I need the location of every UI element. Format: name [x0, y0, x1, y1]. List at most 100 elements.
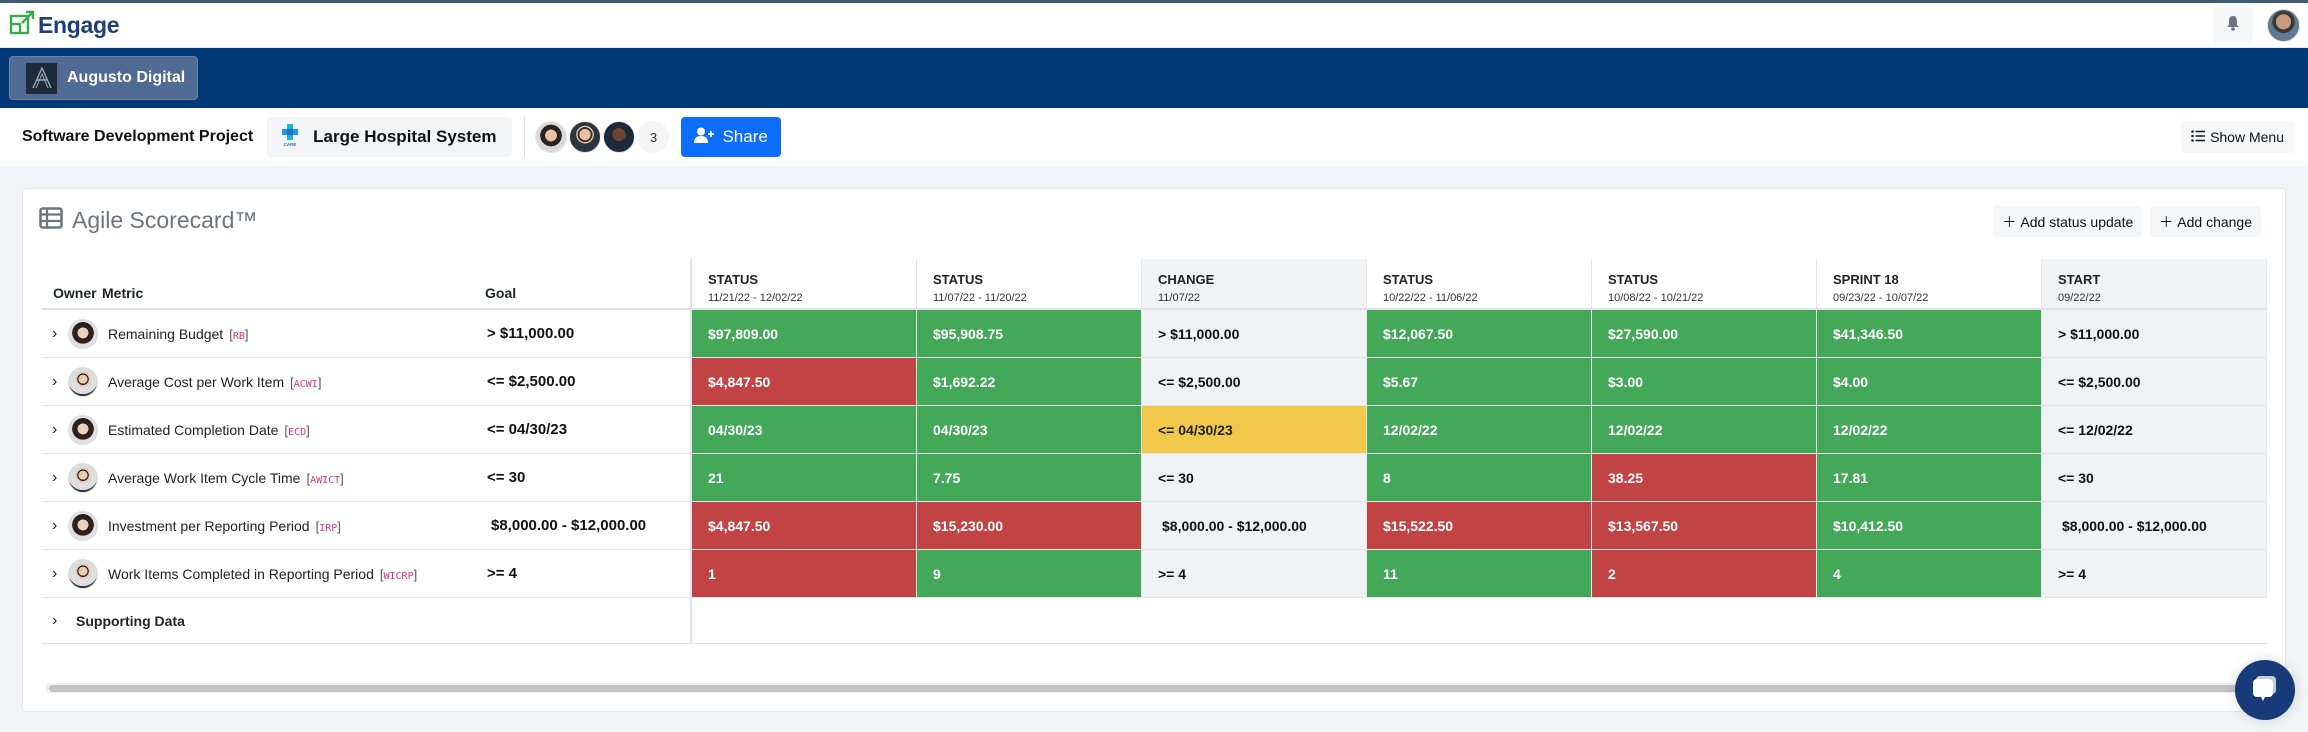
metric-name[interactable]: Average Work Item Cycle Time [108, 470, 300, 486]
score-cell-yellow[interactable]: <= 04/30/23 [1142, 406, 1367, 453]
score-cell-green[interactable]: $27,590.00 [1592, 310, 1817, 357]
cell-value: > $11,000.00 [1158, 325, 1240, 342]
column-title: STATUS [1608, 272, 1659, 287]
client-chip[interactable]: CARE Large Hospital System [267, 117, 513, 157]
score-cell-neutral[interactable]: >= 4 [2042, 550, 2267, 597]
column-header-7[interactable]: START 09/22/22 [2042, 259, 2267, 308]
score-cell-green[interactable]: 04/30/23 [692, 406, 917, 453]
score-cell-red[interactable]: 1 [692, 550, 917, 597]
owner-avatar[interactable] [68, 366, 98, 397]
score-cell-green[interactable]: 7.75 [917, 454, 1142, 501]
score-cell-red[interactable]: 2 [1592, 550, 1817, 597]
score-cell-green[interactable]: $3.00 [1592, 358, 1817, 405]
owner-column-header: Owner [53, 285, 97, 301]
score-cell-neutral[interactable]: $8,000.00 - $12,000.00 [2042, 502, 2267, 549]
score-cell-neutral[interactable]: <= $2,500.00 [2042, 358, 2267, 405]
score-cell-green[interactable]: 12/02/22 [1592, 406, 1817, 453]
expand-chevron-icon[interactable]: › [42, 469, 66, 487]
plus-icon: ＋ [2159, 213, 2174, 230]
score-cell-green[interactable]: 04/30/23 [917, 406, 1142, 453]
column-header-1[interactable]: STATUS 11/21/22 - 12/02/22 [692, 259, 917, 308]
notifications-button[interactable] [2213, 7, 2253, 43]
owner-avatar[interactable] [68, 558, 98, 589]
owner-avatar[interactable] [68, 510, 98, 541]
scrollbar-thumb[interactable] [49, 685, 2246, 692]
score-cell-green[interactable]: $5.67 [1367, 358, 1592, 405]
score-cell-green[interactable]: 21 [692, 454, 917, 501]
score-cell-green[interactable]: 9 [917, 550, 1142, 597]
metric-name[interactable]: Average Cost per Work Item [108, 374, 284, 390]
score-cell-neutral[interactable]: <= 30 [2042, 454, 2267, 501]
cell-value: $8,000.00 - $12,000.00 [1162, 517, 1307, 534]
organization-switcher[interactable]: Augusto Digital [9, 56, 199, 100]
column-header-4[interactable]: STATUS 10/22/22 - 11/06/22 [1367, 259, 1592, 308]
column-header-5[interactable]: STATUS 10/08/22 - 10/21/22 [1592, 259, 1817, 308]
chevron-right-icon[interactable]: › [42, 612, 66, 630]
add-status-update-button[interactable]: ＋ Add status update [1993, 206, 2143, 237]
metric-name[interactable]: Investment per Reporting Period [108, 518, 310, 534]
score-cell-neutral[interactable]: <= 12/02/22 [2042, 406, 2267, 453]
column-header-3[interactable]: CHANGE 11/07/22 [1142, 259, 1367, 308]
chat-support-button[interactable] [2235, 660, 2295, 720]
score-cell-neutral[interactable]: <= $2,500.00 [1142, 358, 1367, 405]
owner-avatar[interactable] [68, 318, 98, 349]
expand-chevron-icon[interactable]: › [42, 373, 66, 391]
score-cell-green[interactable]: 8 [1367, 454, 1592, 501]
cell-value: $97,809.00 [708, 325, 779, 342]
expand-chevron-icon[interactable]: › [42, 517, 66, 535]
score-cell-neutral[interactable]: <= 30 [1142, 454, 1367, 501]
score-cell-neutral[interactable]: $8,000.00 - $12,000.00 [1142, 502, 1367, 549]
column-title: STATUS [708, 272, 759, 287]
metric-name[interactable]: Work Items Completed in Reporting Period [108, 566, 374, 582]
team-member-avatar[interactable] [603, 121, 636, 153]
app-brand[interactable]: Engage [9, 10, 120, 41]
add-change-label: Add change [2177, 213, 2252, 230]
score-cell-red[interactable]: 38.25 [1592, 454, 1817, 501]
team-members[interactable]: 3 [535, 121, 670, 153]
score-cell-red[interactable]: $4,847.50 [692, 358, 917, 405]
show-menu-button[interactable]: Show Menu [2181, 121, 2294, 153]
score-cell-green[interactable]: $97,809.00 [692, 310, 917, 357]
score-cell-red[interactable]: $15,230.00 [917, 502, 1142, 549]
column-header-6[interactable]: SPRINT 18 09/23/22 - 10/07/22 [1817, 259, 2042, 308]
add-change-button[interactable]: ＋ Add change [2150, 206, 2261, 237]
metric-name[interactable]: Estimated Completion Date [108, 422, 278, 438]
column-title: CHANGE [1158, 272, 1215, 287]
score-cell-green[interactable]: $12,067.50 [1367, 310, 1592, 357]
score-cell-green[interactable]: 11 [1367, 550, 1592, 597]
score-cell-green[interactable]: $41,346.50 [1817, 310, 2042, 357]
horizontal-scrollbar[interactable] [46, 683, 2246, 693]
expand-chevron-icon[interactable]: › [42, 325, 66, 343]
score-cell-red[interactable]: $13,567.50 [1592, 502, 1817, 549]
owner-avatar[interactable] [68, 462, 98, 493]
column-header-2[interactable]: STATUS 11/07/22 - 11/20/22 [917, 259, 1142, 308]
score-cell-neutral[interactable]: > $11,000.00 [2042, 310, 2267, 357]
expand-chevron-icon[interactable]: › [42, 565, 66, 583]
score-cell-green[interactable]: 4 [1817, 550, 2042, 597]
team-count-badge[interactable]: 3 [637, 121, 670, 153]
score-cell-neutral[interactable]: > $11,000.00 [1142, 310, 1367, 357]
metric-name[interactable]: Remaining Budget [108, 326, 223, 342]
supporting-data-row[interactable]: › Supporting Data [42, 598, 2267, 644]
score-cell-neutral[interactable]: >= 4 [1142, 550, 1367, 597]
user-avatar[interactable] [2267, 8, 2300, 42]
cell-value: $8,000.00 - $12,000.00 [2062, 517, 2207, 534]
score-cell-green[interactable]: $10,412.50 [1817, 502, 2042, 549]
cell-value: >= 4 [1158, 565, 1187, 582]
score-cell-green[interactable]: 12/02/22 [1817, 406, 2042, 453]
score-cell-red[interactable]: $4,847.50 [692, 502, 917, 549]
score-cell-green[interactable]: $95,908.75 [917, 310, 1142, 357]
share-button[interactable]: Share [681, 117, 781, 157]
score-cell-green[interactable]: 12/02/22 [1367, 406, 1592, 453]
expand-chevron-icon[interactable]: › [42, 421, 66, 439]
score-cell-red[interactable]: $15,522.50 [1367, 502, 1592, 549]
score-cell-green[interactable]: $1,692.22 [917, 358, 1142, 405]
score-cell-green[interactable]: $4.00 [1817, 358, 2042, 405]
team-member-avatar[interactable] [535, 121, 568, 153]
metric-code: IRP [316, 523, 341, 534]
care-cross-icon: CARE [281, 123, 299, 152]
score-cell-green[interactable]: 17.81 [1817, 454, 2042, 501]
owner-avatar[interactable] [68, 414, 98, 445]
team-member-avatar[interactable] [569, 121, 602, 153]
cell-value: $4,847.50 [708, 517, 771, 534]
